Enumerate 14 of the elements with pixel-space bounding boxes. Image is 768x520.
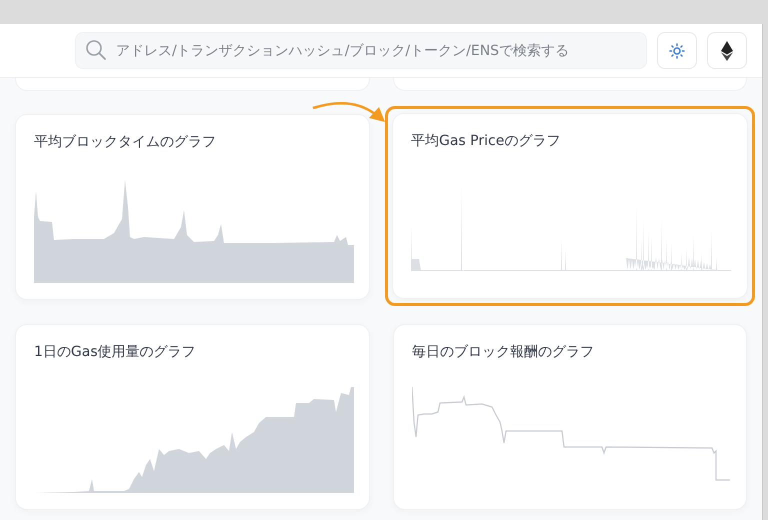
- chart-card[interactable]: 1日のGas使用量のグラフ: [15, 324, 370, 510]
- chart-title: 平均Gas Priceのグラフ: [411, 132, 562, 151]
- chart-card[interactable]: 平均ブロックタイムのグラフ: [15, 114, 370, 300]
- search-icon: [85, 39, 107, 61]
- chart-title: 平均ブロックタイムのグラフ: [34, 133, 217, 152]
- chart-title: 毎日のブロック報酬のグラフ: [412, 343, 595, 362]
- chart-card[interactable]: 毎日のブロック報酬のグラフ: [393, 324, 747, 510]
- search-field[interactable]: アドレス/トランザクションハッシュ/ブロック/トークン/ENSで検索する: [75, 32, 647, 69]
- chart-card[interactable]: 平均Gas Priceのグラフ: [392, 113, 748, 299]
- network-button[interactable]: [707, 32, 747, 69]
- diamond-icon: [721, 40, 733, 60]
- sun-icon: [669, 42, 685, 58]
- theme-button[interactable]: [657, 32, 697, 69]
- chart-title: 1日のGas使用量のグラフ: [34, 343, 197, 362]
